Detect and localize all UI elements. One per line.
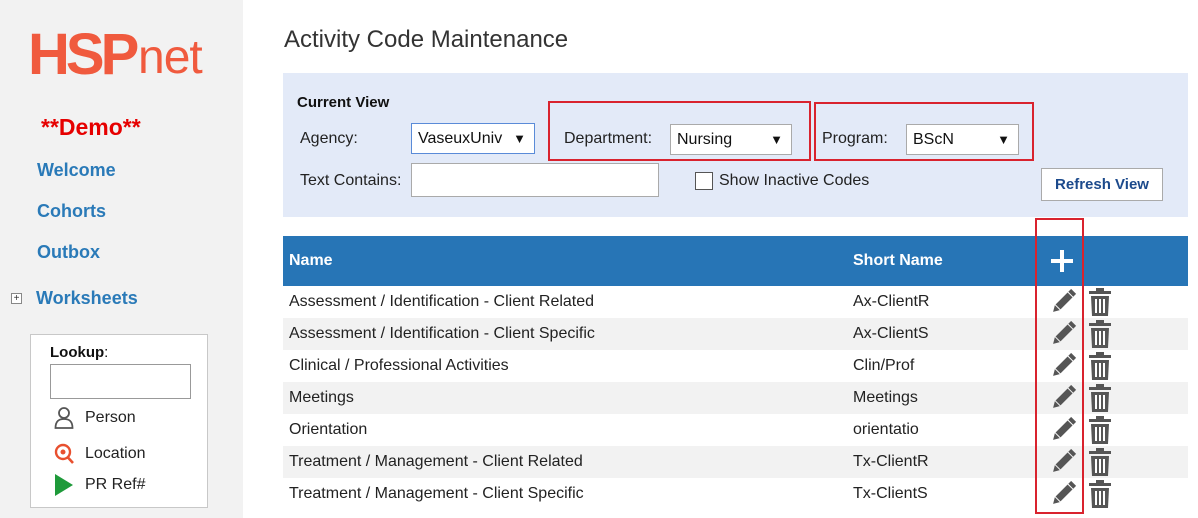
cell-name: Assessment / Identification - Client Spe… [289, 325, 595, 342]
cell-short-name: Tx-ClientS [853, 485, 928, 502]
cell-short-name: Tx-ClientR [853, 453, 929, 470]
nav-worksheets[interactable]: Worksheets [36, 288, 138, 309]
cell-name: Treatment / Management - Client Specific [289, 485, 584, 502]
cell-name: Clinical / Professional Activities [289, 357, 509, 374]
cell-name: Treatment / Management - Client Related [289, 453, 583, 470]
play-icon [53, 474, 75, 496]
agency-select-value: VaseuxUniv [418, 130, 503, 147]
cell-short-name: Ax-ClientR [853, 293, 930, 310]
refresh-view-button[interactable]: Refresh View [1041, 168, 1163, 201]
trash-icon[interactable] [1088, 416, 1112, 444]
highlight-box-actions [1035, 218, 1084, 514]
lookup-label-text: Lookup [50, 344, 105, 361]
text-contains-label: Text Contains: [300, 172, 402, 189]
dropdown-arrow-icon: ▼ [513, 131, 526, 146]
hspnet-logo[interactable]: HSP net [28, 22, 218, 88]
logo-hsp-text: HSP [28, 22, 139, 87]
highlight-box-department [548, 101, 811, 161]
trash-icon[interactable] [1088, 480, 1112, 508]
lookup-panel: Lookup: Person Location PR Ref# [30, 334, 208, 508]
lookup-person[interactable]: Person [53, 407, 136, 429]
lookup-location[interactable]: Location [53, 443, 146, 465]
lookup-location-label: Location [85, 445, 146, 462]
trash-icon[interactable] [1088, 352, 1112, 380]
nav-cohorts[interactable]: Cohorts [37, 201, 106, 222]
cell-name: Orientation [289, 421, 368, 438]
logo-net-text: net [138, 31, 203, 84]
person-icon [53, 407, 75, 429]
sidebar: HSP net **Demo** Welcome Cohorts Outbox … [0, 0, 243, 518]
cell-short-name: Meetings [853, 389, 918, 406]
demo-label: **Demo** [41, 114, 141, 140]
trash-icon[interactable] [1088, 448, 1112, 476]
column-header-name[interactable]: Name [289, 252, 333, 270]
highlight-box-program [814, 102, 1034, 161]
plus-square-icon[interactable]: + [11, 293, 22, 304]
text-contains-input[interactable] [411, 163, 659, 197]
cell-name: Meetings [289, 389, 354, 406]
column-header-short-name[interactable]: Short Name [853, 252, 943, 270]
trash-icon[interactable] [1088, 288, 1112, 316]
lookup-label-colon: : [104, 344, 109, 361]
current-view-heading: Current View [297, 94, 390, 111]
nav-welcome[interactable]: Welcome [37, 160, 116, 181]
cell-short-name: Ax-ClientS [853, 325, 929, 342]
agency-select[interactable]: VaseuxUniv ▼ [411, 123, 535, 154]
cell-short-name: Clin/Prof [853, 357, 915, 374]
trash-icon[interactable] [1088, 320, 1112, 348]
cell-short-name: orientatio [853, 421, 919, 438]
lookup-input[interactable] [50, 364, 191, 399]
show-inactive-label[interactable]: Show Inactive Codes [719, 172, 869, 190]
lookup-person-label: Person [85, 409, 136, 426]
lookup-label: Lookup: [50, 344, 108, 361]
show-inactive-checkbox[interactable] [695, 172, 713, 190]
trash-icon[interactable] [1088, 384, 1112, 412]
cell-name: Assessment / Identification - Client Rel… [289, 293, 595, 310]
lookup-pr-ref[interactable]: PR Ref# [53, 474, 145, 496]
nav-outbox[interactable]: Outbox [37, 242, 100, 263]
agency-label: Agency: [300, 130, 358, 147]
location-pin-icon [53, 443, 75, 465]
page-title: Activity Code Maintenance [284, 26, 569, 53]
lookup-pr-ref-label: PR Ref# [85, 476, 146, 493]
